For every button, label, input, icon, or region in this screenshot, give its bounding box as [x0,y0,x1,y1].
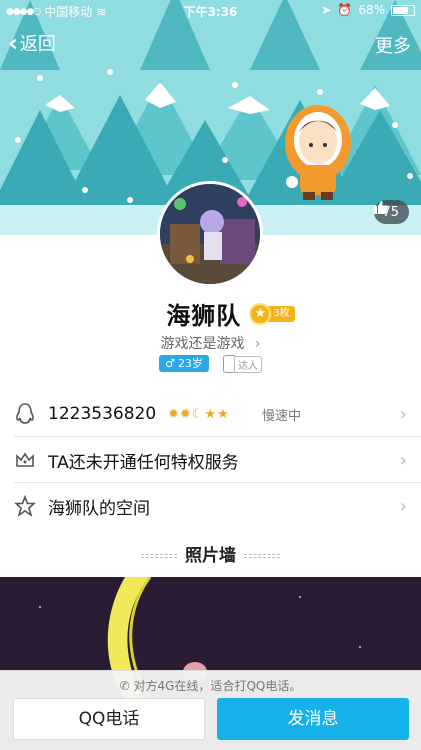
qq-number: 1223536820 [48,404,157,424]
sun-icon: ✹ [179,406,191,422]
sun-icon: ✹ [168,406,179,422]
alarm-icon: ⏰ [337,3,353,17]
moon-icon: ☾ [191,406,204,422]
device-expert-badge[interactable]: 达人 [222,355,262,373]
photo-wall-title: 照片墙 [185,546,236,566]
chevron-right-icon: › [399,495,407,517]
action-bar: ✆ 对方4G在线，适合打QQ电话。 QQ电话 发消息 [0,670,421,750]
status-bar: ●●●●○ 中国移动 ≋ 下午3:36 ➤ ⏰ 68% [0,0,421,22]
chevron-left-icon: ‹ [8,29,18,57]
device-tag-label: 达人 [233,355,262,373]
location-icon: ➤ [321,3,332,17]
send-message-button[interactable]: 发消息 [217,698,409,740]
privilege-text: TA还未开通任何特权服务 [48,452,239,473]
battery-percent: 68% [358,3,385,17]
profile-info-list: 1223536820 ✹ ✹ ☾ ★ ★ 慢速中 › TA还未开通任何特权服务 … [0,391,421,529]
profile-name-row: 海狮队 ★ 3枚 [0,296,421,331]
chevron-right-icon: › [399,449,407,471]
signature-row[interactable]: 游戏还是游戏 › [0,333,421,353]
penguin-icon [14,403,36,425]
age-label: 23岁 [177,357,203,370]
chevron-right-icon: › [254,336,261,352]
like-button[interactable]: 75 [374,200,409,224]
star-icon: ★ [204,406,217,422]
medal-badge[interactable]: ★ 3枚 [249,302,295,325]
thumbs-up-icon [374,201,389,214]
qzone-star-icon [14,495,36,517]
game-character-avatar-image [160,184,260,284]
qzone-text: 海狮队的空间 [48,498,150,519]
star-icon: ★ [217,406,229,422]
qq-level-icons: ✹ ✹ ☾ ★ ★ [168,407,229,422]
male-icon: ♂ [165,357,175,370]
profile-badges: ♂ 23岁 达人 [0,355,421,373]
back-button[interactable]: ‹ 返回 [8,30,56,56]
profile-page: ●●●●○ 中国移动 ≋ 下午3:36 ➤ ⏰ 68% ‹ 返回 更多 75 海… [0,0,421,750]
star-medal-icon: ★ [249,302,272,325]
online-hint: ✆ 对方4G在线，适合打QQ电话。 [0,677,421,694]
divider [141,554,177,558]
qq-number-row[interactable]: 1223536820 ✹ ✹ ☾ ★ ★ 慢速中 › [0,391,421,437]
crown-icon [14,449,36,471]
qq-call-button[interactable]: QQ电话 [13,698,205,740]
phone-call-icon: ✆ [119,679,130,693]
back-label: 返回 [19,34,56,55]
chevron-right-icon: › [399,403,407,425]
speed-status: 慢速中 [262,408,302,424]
photo-wall-heading: 照片墙 [0,541,421,566]
battery-icon [391,4,415,16]
signature-text: 游戏还是游戏 [160,336,245,352]
privilege-row[interactable]: TA还未开通任何特权服务 › [0,437,421,483]
avatar[interactable] [157,181,263,287]
nickname: 海狮队 [166,302,242,330]
gender-age-badge: ♂ 23岁 [159,355,209,372]
divider [244,554,280,558]
more-button[interactable]: 更多 [375,32,411,58]
online-hint-text: 对方4G在线，适合打QQ电话。 [133,679,302,693]
qzone-row[interactable]: 海狮队的空间 › [0,483,421,529]
